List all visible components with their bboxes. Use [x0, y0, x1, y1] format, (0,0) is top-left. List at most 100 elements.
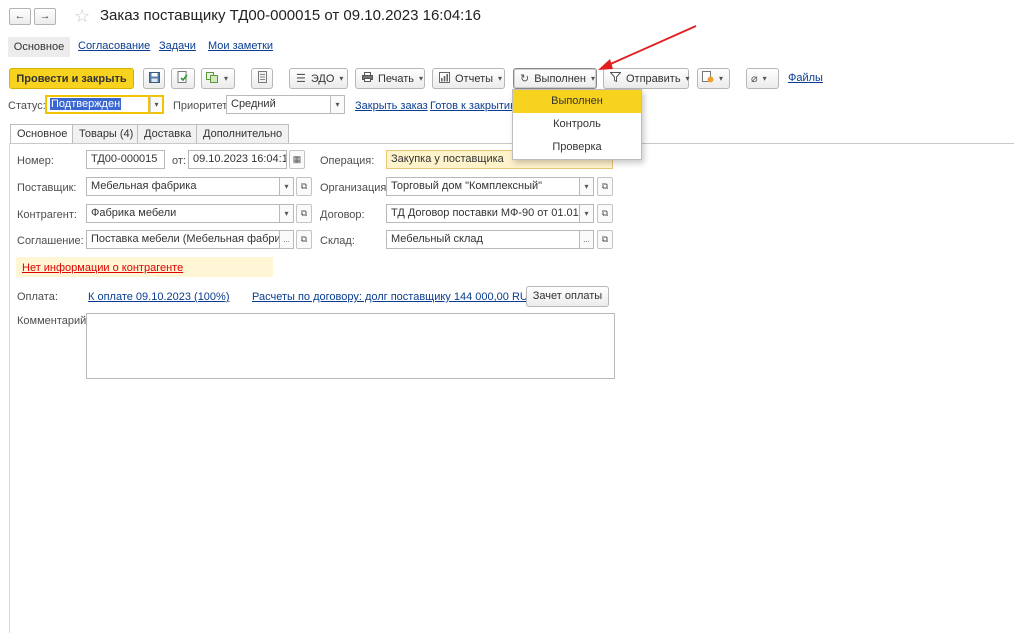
agreement-field[interactable]: Поставка мебели (Мебельная фабрика)	[86, 230, 280, 249]
dropdown-arrow-icon: ▾	[719, 74, 724, 83]
close-order-link[interactable]: Закрыть заказ	[355, 100, 428, 112]
refresh-icon: ↻	[520, 73, 530, 85]
supplier-field[interactable]: Мебельная фабрика	[86, 177, 280, 196]
status-label: Статус:	[8, 100, 46, 112]
post-document-button[interactable]	[171, 68, 195, 89]
open-link-icon: ⧉	[601, 234, 609, 244]
related-documents-button[interactable]: ▾	[697, 68, 730, 89]
payment-label: Оплата:	[17, 291, 58, 303]
dropdown-arrow-icon: ▾	[498, 74, 503, 83]
counterparty-dropdown-button[interactable]: ▾	[280, 204, 294, 223]
open-link-icon: ⧉	[300, 181, 308, 191]
status-done-button[interactable]: ↻ Выполнен ▾	[513, 68, 597, 89]
warehouse-open-button[interactable]: ⧉	[597, 230, 613, 249]
journal-icon	[257, 71, 267, 86]
date-field[interactable]: 09.10.2023 16:04:16	[188, 150, 287, 169]
related-documents-icon	[702, 71, 714, 86]
contract-dropdown-button[interactable]: ▾	[580, 204, 594, 223]
payment-link[interactable]: К оплате 09.10.2023 (100%)	[88, 291, 230, 303]
priority-label: Приоритет:	[173, 100, 231, 112]
status-select[interactable]: Подтвержден	[45, 95, 150, 114]
calendar-button[interactable]: ▦	[289, 150, 305, 169]
open-link-icon: ⧉	[601, 208, 609, 218]
open-link-icon: ⧉	[300, 234, 308, 244]
operation-label: Операция:	[320, 155, 375, 167]
supplier-label: Поставщик:	[17, 182, 77, 194]
agreement-select-button[interactable]: ...	[280, 230, 294, 249]
tab-delivery[interactable]: Доставка	[137, 124, 199, 143]
counterparty-label: Контрагент:	[17, 209, 77, 221]
status-dropdown-button[interactable]: ▾	[150, 95, 164, 114]
chevron-down-icon: ▾	[335, 100, 340, 109]
organization-field[interactable]: Торговый дом "Комплексный"	[386, 177, 580, 196]
ready-to-close-link[interactable]: Готов к закрытию	[430, 100, 518, 112]
supplier-dropdown-button[interactable]: ▾	[280, 177, 294, 196]
attachments-button[interactable]: ⌀ ▾	[746, 68, 779, 89]
section-tab-approval[interactable]: Согласование	[78, 40, 150, 52]
section-tab-tasks[interactable]: Задачи	[159, 40, 196, 52]
post-and-close-button[interactable]: Провести и закрыть	[9, 68, 134, 89]
number-label: Номер:	[17, 155, 54, 167]
tab-main[interactable]: Основное	[10, 124, 75, 144]
comment-textarea[interactable]	[86, 313, 615, 379]
supplier-open-button[interactable]: ⧉	[296, 177, 312, 196]
print-button[interactable]: Печать ▾	[355, 68, 425, 89]
dropdown-arrow-icon: ▾	[339, 74, 344, 83]
create-based-on-icon	[206, 71, 219, 86]
edo-button[interactable]: ☰ ЭДО ▾	[289, 68, 348, 89]
floppy-disk-icon	[148, 71, 160, 86]
paperclip-icon: ⌀	[751, 73, 758, 85]
number-field[interactable]: ТД00-000015	[86, 150, 165, 169]
open-link-icon: ⧉	[300, 208, 308, 218]
forward-button[interactable]: →	[34, 8, 56, 25]
warehouse-field[interactable]: Мебельный склад	[386, 230, 580, 249]
files-link[interactable]: Файлы	[788, 72, 823, 84]
reports-icon	[439, 71, 450, 86]
status-dropdown-menu: Выполнен Контроль Проверка	[512, 89, 642, 160]
favorite-star-icon[interactable]: ☆	[74, 6, 90, 27]
annotation-arrow	[598, 25, 697, 70]
dropdown-arrow-icon: ▾	[419, 74, 424, 83]
section-tab-notes[interactable]: Мои заметки	[208, 40, 273, 52]
priority-select[interactable]: Средний	[226, 95, 331, 114]
contract-label: Договор:	[320, 209, 365, 221]
calendar-icon: ▦	[292, 154, 302, 164]
open-link-icon: ⧉	[601, 181, 609, 191]
tab-additional[interactable]: Дополнительно	[196, 124, 290, 143]
no-counterparty-info-link[interactable]: Нет информации о контрагенте	[22, 262, 183, 274]
status-option-done[interactable]: Выполнен	[513, 90, 641, 113]
back-button[interactable]: ←	[9, 8, 31, 25]
organization-dropdown-button[interactable]: ▾	[580, 177, 594, 196]
payment-offset-button[interactable]: Зачет оплаты	[526, 286, 609, 307]
organization-open-button[interactable]: ⧉	[597, 177, 613, 196]
status-option-control[interactable]: Контроль	[513, 113, 641, 136]
agreement-label: Соглашение:	[17, 235, 84, 247]
page-title: Заказ поставщику ТД00-000015 от 09.10.20…	[100, 7, 482, 24]
counterparty-field[interactable]: Фабрика мебели	[86, 204, 280, 223]
contract-open-button[interactable]: ⧉	[597, 204, 613, 223]
counterparty-open-button[interactable]: ⧉	[296, 204, 312, 223]
chevron-down-icon: ▾	[584, 182, 589, 191]
dropdown-arrow-icon: ▾	[224, 74, 229, 83]
post-document-icon	[177, 71, 189, 86]
printer-icon	[362, 72, 373, 85]
chevron-down-icon: ▾	[584, 209, 589, 218]
edo-icon: ☰	[296, 73, 306, 85]
save-button[interactable]	[143, 68, 165, 89]
chevron-down-icon: ▾	[284, 182, 289, 191]
reports-button[interactable]: Отчеты ▾	[432, 68, 505, 89]
section-tab-main[interactable]: Основное	[8, 37, 70, 57]
contract-field[interactable]: ТД Договор поставки МФ-90 от 01.01.20	[386, 204, 580, 223]
warehouse-label: Склад:	[320, 235, 355, 247]
settlement-link[interactable]: Расчеты по договору: долг поставщику 144…	[252, 291, 535, 303]
status-option-check[interactable]: Проверка	[513, 136, 641, 159]
create-based-on-button[interactable]: ▾	[201, 68, 235, 89]
tab-goods[interactable]: Товары (4)	[72, 124, 141, 143]
form-frame-left	[9, 143, 10, 633]
document-journal-button[interactable]	[251, 68, 273, 89]
warehouse-select-button[interactable]: ...	[580, 230, 594, 249]
chevron-down-icon: ▾	[284, 209, 289, 218]
dropdown-arrow-icon: ▾	[762, 74, 767, 83]
priority-dropdown-button[interactable]: ▾	[331, 95, 345, 114]
agreement-open-button[interactable]: ⧉	[296, 230, 312, 249]
